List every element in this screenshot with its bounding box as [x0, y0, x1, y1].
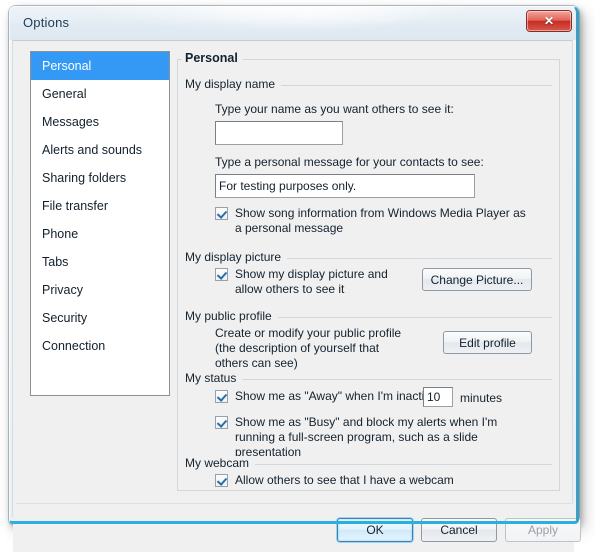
group-my-display-picture: My display picture	[185, 250, 552, 265]
away-checkbox-row[interactable]: Show me as "Away" when I'm inactive :	[215, 389, 444, 404]
sidebar-item-file-transfer[interactable]: File transfer	[31, 192, 169, 220]
public-profile-description: Create or modify your public profile (th…	[215, 326, 402, 370]
edit-profile-button[interactable]: Edit profile	[443, 331, 532, 354]
title-bar: Options ✕	[9, 6, 579, 40]
options-window: Options ✕ Personal General Messages Aler…	[9, 6, 581, 552]
sidebar-item-tabs[interactable]: Tabs	[31, 248, 169, 276]
group-label-public-profile: My public profile	[185, 309, 278, 323]
sidebar-item-label: Sharing folders	[42, 171, 127, 185]
sidebar-item-alerts-and-sounds[interactable]: Alerts and sounds	[31, 136, 169, 164]
sidebar-item-general[interactable]: General	[31, 80, 169, 108]
minutes-suffix-label: minutes	[460, 391, 503, 405]
sidebar-item-label: Personal	[42, 59, 92, 73]
busy-checkbox-row[interactable]: Show me as "Busy" and block my alerts wh…	[215, 415, 532, 460]
sidebar-item-label: Phone	[42, 227, 79, 241]
sidebar-item-label: Alerts and sounds	[42, 143, 143, 157]
webcam-checkbox[interactable]	[215, 474, 228, 487]
personal-message-prompt: Type a personal message for your contact…	[215, 155, 484, 169]
close-icon: ✕	[543, 14, 555, 28]
personal-settings-pane: Personal My display name Type your name …	[177, 51, 560, 491]
busy-checkbox-label: Show me as "Busy" and block my alerts wh…	[235, 415, 498, 459]
away-checkbox-label: Show me as "Away" when I'm inactive :	[235, 389, 444, 403]
sidebar-item-label: File transfer	[42, 199, 108, 213]
sidebar-item-label: Tabs	[42, 255, 69, 269]
webcam-checkbox-row[interactable]: Allow others to see that I have a webcam	[215, 473, 454, 488]
display-picture-checkbox[interactable]	[215, 268, 228, 281]
away-minutes-input[interactable]	[423, 387, 453, 407]
webcam-checkbox-label: Allow others to see that I have a webcam	[235, 473, 454, 487]
display-name-input[interactable]	[215, 121, 343, 145]
sidebar-item-messages[interactable]: Messages	[31, 108, 169, 136]
close-button[interactable]: ✕	[527, 11, 571, 31]
group-my-webcam: My webcam	[185, 456, 552, 471]
song-info-checkbox-row[interactable]: Show song information from Windows Media…	[215, 206, 532, 236]
sidebar-item-label: Connection	[42, 339, 106, 353]
apply-button: Apply	[505, 518, 581, 542]
sidebar-item-security[interactable]: Security	[31, 304, 169, 332]
group-my-public-profile: My public profile	[185, 309, 552, 324]
song-info-checkbox-label: Show song information from Windows Media…	[235, 206, 526, 235]
sidebar-item-personal[interactable]: Personal	[31, 52, 169, 80]
group-my-display-name: My display name	[185, 77, 552, 92]
dialog-client-area: Personal General Messages Alerts and sou…	[12, 40, 581, 552]
group-label-status: My status	[185, 371, 243, 385]
song-info-checkbox[interactable]	[215, 207, 228, 220]
cancel-button[interactable]: Cancel	[421, 518, 497, 542]
away-checkbox[interactable]	[215, 390, 228, 403]
display-picture-checkbox-label: Show my display picture and allow others…	[235, 267, 388, 296]
sidebar-item-connection[interactable]: Connection	[31, 332, 169, 360]
group-label-display-picture: My display picture	[185, 250, 288, 264]
personal-message-input[interactable]	[215, 174, 475, 198]
sidebar-item-sharing-folders[interactable]: Sharing folders	[31, 164, 169, 192]
sidebar-item-label: Security	[42, 311, 88, 325]
group-label-webcam: My webcam	[185, 456, 256, 470]
sidebar-item-label: Privacy	[42, 283, 83, 297]
dialog-action-bar: OK Cancel Apply	[13, 504, 581, 552]
change-picture-button[interactable]: Change Picture...	[422, 268, 532, 291]
sidebar-item-phone[interactable]: Phone	[31, 220, 169, 248]
display-picture-checkbox-row[interactable]: Show my display picture and allow others…	[215, 267, 405, 297]
group-my-status: My status	[185, 371, 552, 386]
category-list[interactable]: Personal General Messages Alerts and sou…	[30, 51, 170, 396]
page-title: Personal	[182, 51, 243, 65]
sidebar-item-label: General	[42, 87, 87, 101]
sidebar-item-label: Messages	[42, 115, 99, 129]
sidebar-item-privacy[interactable]: Privacy	[31, 276, 169, 304]
busy-checkbox[interactable]	[215, 416, 228, 429]
window-title: Options	[23, 15, 70, 30]
group-label-display-name: My display name	[185, 77, 282, 91]
ok-button[interactable]: OK	[337, 518, 413, 542]
display-name-prompt: Type your name as you want others to see…	[215, 102, 454, 116]
